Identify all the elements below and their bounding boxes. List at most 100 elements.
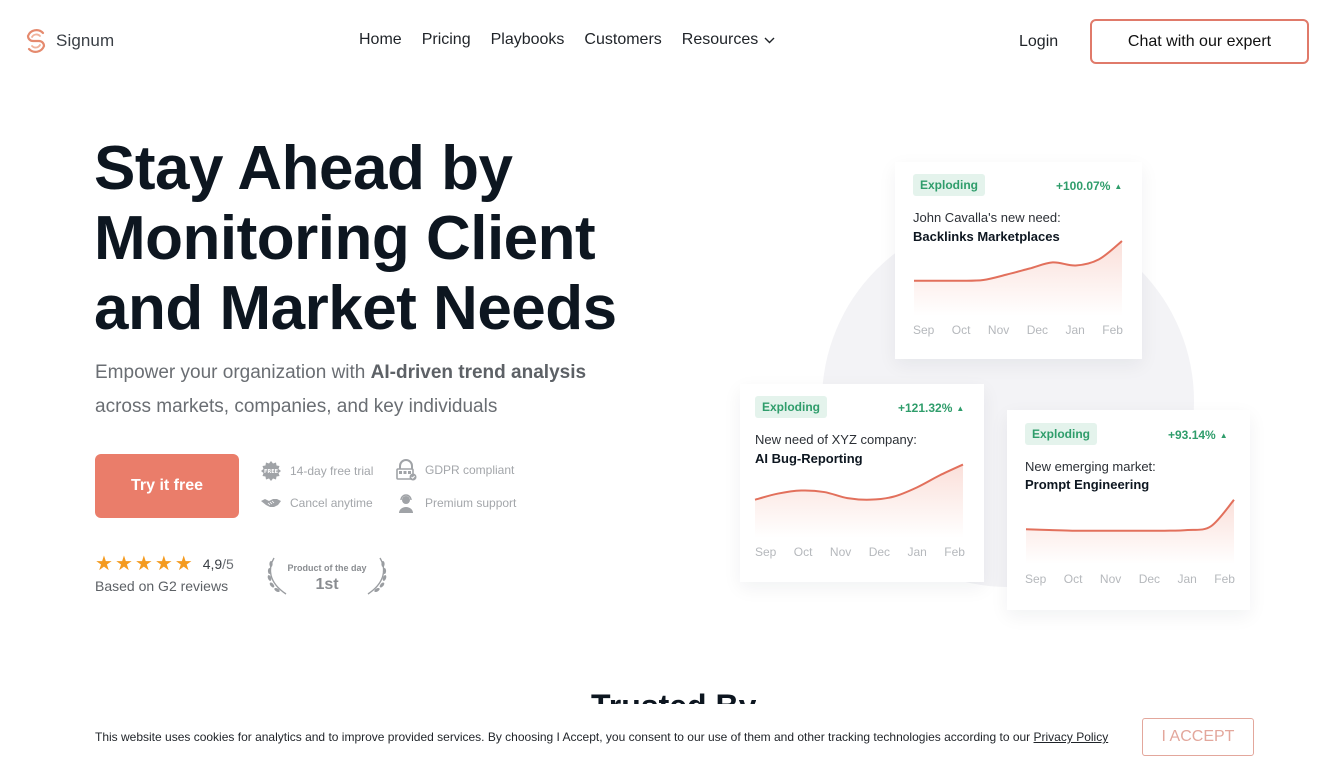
feature-cancel-anytime: Cancel anytime	[260, 492, 373, 514]
trend-change: +93.14% ▲	[1168, 428, 1228, 442]
nav-link-resources-label: Resources	[681, 31, 759, 48]
month-label: Sep	[1025, 572, 1047, 586]
feature-free-trial: FREE 14-day free trial	[260, 460, 373, 482]
month-label: Nov	[987, 323, 1010, 337]
subtitle-text: Empower your organization with	[95, 362, 371, 383]
star-icon: ★	[134, 553, 153, 575]
trend-line	[1025, 499, 1235, 532]
signum-logo-icon	[26, 29, 46, 53]
trend-change: +100.07% ▲	[1056, 179, 1122, 193]
gdpr-lock-icon	[396, 459, 417, 481]
support-agent-icon	[399, 494, 413, 513]
rating-source: Based on G2 reviews	[95, 578, 229, 594]
star-icon: ★	[174, 553, 193, 575]
card-lead: John Cavalla's new need:	[913, 210, 1061, 225]
feature-label: GDPR compliant	[425, 463, 515, 477]
month-label: Jan	[1065, 323, 1085, 337]
trend-card-prompt-engineering: Exploding +93.14% ▲ New emerging market: …	[1007, 410, 1250, 610]
month-label: Jan	[907, 545, 927, 559]
month-label: Feb	[944, 545, 965, 559]
trend-up-icon: ▲	[1114, 181, 1123, 191]
trend-area	[1026, 499, 1234, 564]
hero-subtitle: Empower your organization with AI-driven…	[95, 356, 655, 424]
nav-link-pricing[interactable]: Pricing	[422, 31, 471, 49]
month-label: Feb	[1214, 572, 1235, 586]
nav-link-playbooks[interactable]: Playbooks	[491, 31, 565, 49]
star-icon: ★	[114, 553, 133, 575]
card-lead: New emerging market:	[1025, 459, 1156, 474]
month-label: Nov	[1099, 572, 1122, 586]
month-label: Oct	[1063, 572, 1083, 586]
card-lead: New need of XYZ company:	[755, 432, 917, 447]
nav-link-home[interactable]: Home	[359, 31, 402, 49]
login-link[interactable]: Login	[1019, 33, 1058, 51]
brand-name: Signum	[56, 31, 115, 50]
trend-card-ai-bug-reporting: Exploding +121.32% ▲ New need of XYZ comp…	[740, 384, 984, 582]
star-icon: ★	[154, 553, 173, 575]
laurel-right-icon	[367, 557, 387, 595]
award-rank: 1st	[315, 576, 339, 593]
month-label: Oct	[951, 323, 971, 337]
nav-links: Home Pricing Playbooks Customers Resourc…	[359, 31, 775, 49]
rating-value: 4,9	[202, 556, 223, 572]
month-label: Dec	[1026, 323, 1049, 337]
trend-chart	[914, 240, 1123, 316]
free-badge-icon: FREE	[261, 461, 281, 481]
trend-area	[755, 464, 963, 538]
status-badge: Exploding	[1025, 423, 1097, 445]
privacy-policy-link[interactable]: Privacy Policy	[1034, 730, 1109, 744]
cookie-text: This website uses cookies for analytics …	[95, 730, 1034, 744]
month-label: Sep	[755, 545, 777, 559]
star-icon: ★	[95, 553, 113, 575]
month-label: Dec	[1138, 572, 1161, 586]
award-title: Product of the day	[287, 563, 367, 573]
feature-label: Premium support	[425, 496, 517, 510]
status-badge: Exploding	[755, 396, 827, 418]
trend-area	[914, 241, 1122, 316]
month-axis: Sep Oct Nov Dec Jan Feb	[755, 545, 965, 559]
month-label: Feb	[1102, 323, 1123, 337]
subtitle-highlight: AI-driven trend analysis	[370, 362, 587, 383]
month-label: Dec	[868, 545, 891, 559]
star-rating: ★ ★ ★ ★ ★ 4,9/5	[95, 553, 234, 575]
trusted-by-heading: Trusted By	[591, 686, 756, 704]
rating-max: /5	[222, 556, 234, 572]
try-it-free-button[interactable]: Try it free	[95, 454, 239, 518]
change-value: +100.07%	[1056, 179, 1111, 193]
brand-logo[interactable]: Signum	[24, 27, 114, 55]
handshake-icon	[261, 499, 281, 507]
month-axis: Sep Oct Nov Dec Jan Feb	[1025, 572, 1235, 586]
trend-up-icon: ▲	[956, 403, 965, 413]
feature-premium-support: Premium support	[395, 492, 516, 514]
month-label: Oct	[793, 545, 813, 559]
trend-up-icon: ▲	[1219, 430, 1228, 440]
product-of-the-day-award: Product of the day 1st	[264, 556, 390, 596]
chevron-down-icon	[764, 37, 775, 43]
feature-gdpr: GDPR compliant	[395, 459, 514, 481]
nav-link-resources[interactable]: Resources	[682, 31, 775, 49]
month-label: Jan	[1177, 572, 1197, 586]
trend-chart	[754, 463, 964, 538]
month-label: Nov	[829, 545, 852, 559]
status-badge: Exploding	[913, 174, 985, 196]
subtitle-text-2: across markets, companies, and key indiv…	[95, 396, 498, 417]
accept-cookies-button[interactable]: I ACCEPT	[1142, 718, 1254, 756]
month-axis: Sep Oct Nov Dec Jan Feb	[913, 323, 1123, 337]
hero-headline: Stay Ahead by Monitoring Client and Mark…	[94, 134, 617, 343]
nav-link-customers[interactable]: Customers	[584, 31, 661, 49]
month-label: Sep	[913, 323, 935, 337]
cookie-message: This website uses cookies for analytics …	[95, 730, 1108, 744]
top-navigation: Signum Home Pricing Playbooks Customers …	[0, 0, 1334, 82]
rating-score: 4,9/5	[203, 556, 234, 572]
chat-with-expert-button[interactable]: Chat with our expert	[1090, 19, 1309, 64]
cookie-banner: This website uses cookies for analytics …	[0, 704, 1334, 768]
change-value: +121.32%	[898, 401, 953, 415]
feature-label: Cancel anytime	[290, 496, 373, 510]
g2-rating: ★ ★ ★ ★ ★ 4,9/5 Based on G2 reviews	[95, 553, 234, 594]
trend-chart	[1025, 499, 1235, 564]
trend-change: +121.32% ▲	[898, 401, 964, 415]
trend-card-backlinks: Exploding +100.07% ▲ John Cavalla's new n…	[895, 162, 1142, 359]
svg-text:FREE: FREE	[264, 469, 279, 475]
change-value: +93.14%	[1168, 428, 1216, 442]
feature-label: 14-day free trial	[290, 464, 374, 478]
